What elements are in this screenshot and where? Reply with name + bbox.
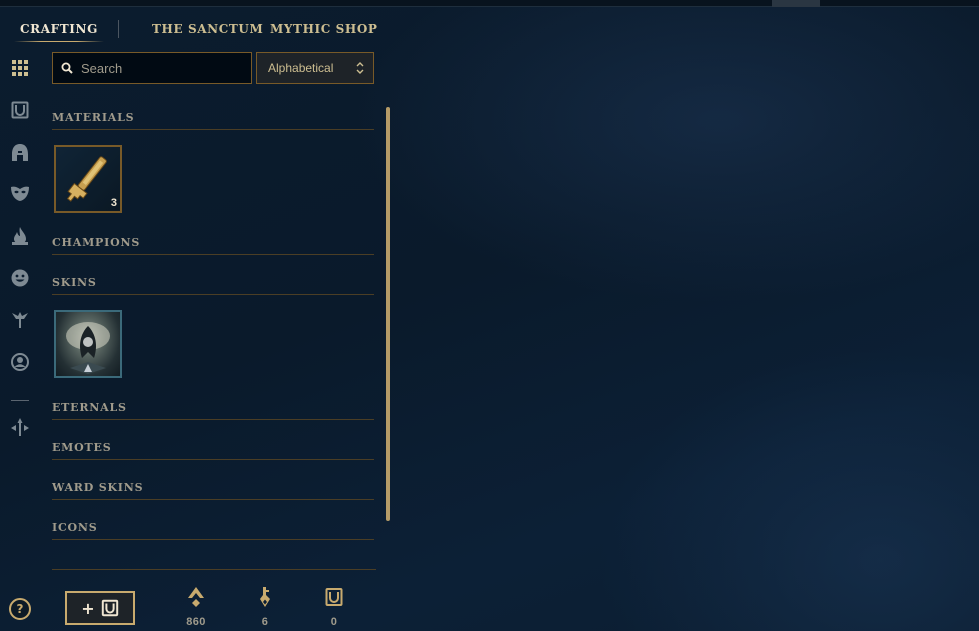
sort-chevron-icon [356, 62, 364, 74]
sort-selected-label: Alphabetical [268, 61, 334, 75]
inventory-scrollbar[interactable] [386, 107, 390, 521]
mask-icon[interactable] [9, 182, 31, 204]
section-materials: MATERIALS [52, 111, 135, 124]
rail-divider [11, 400, 29, 401]
section-ward-skins: WARD SKINS [52, 481, 144, 494]
currency-orange-essence: 860 [176, 586, 216, 628]
tab-the-sanctum[interactable]: THE SANCTUM [152, 14, 263, 44]
section-divider [52, 459, 374, 460]
key-fragment-icon [260, 587, 270, 607]
section-champions: CHAMPIONS [52, 236, 141, 249]
top-bar-notch [772, 0, 820, 7]
section-divider [52, 129, 374, 130]
section-skins: SKINS [52, 276, 97, 289]
currency-value: 860 [186, 616, 206, 628]
top-bar [0, 0, 979, 7]
direction-arrows-icon[interactable] [9, 416, 31, 438]
sort-dropdown[interactable]: Alphabetical [256, 52, 374, 84]
tab-mythic-shop[interactable]: MYTHIC SHOP [270, 14, 378, 44]
chest-icon [101, 599, 118, 617]
profile-icon-icon[interactable] [9, 351, 31, 373]
search-input[interactable] [81, 60, 241, 76]
item-count: 3 [110, 197, 117, 209]
currency-value: 6 [261, 616, 269, 628]
section-divider [52, 254, 374, 255]
chest-icon [325, 588, 343, 606]
chest-icon[interactable] [9, 99, 31, 121]
search-box[interactable] [52, 52, 252, 84]
helmet-icon[interactable] [9, 142, 31, 164]
footer-divider [52, 569, 376, 570]
section-divider [52, 539, 374, 540]
tab-separator [118, 20, 119, 38]
flame-icon[interactable] [9, 225, 31, 247]
section-emotes: EMOTES [52, 441, 112, 454]
currency-key-fragments: 6 [245, 586, 285, 628]
help-button[interactable]: ? [9, 598, 31, 620]
skin-shard-item[interactable] [54, 310, 122, 378]
orange-essence-icon [188, 587, 204, 607]
section-icons: ICONS [52, 521, 98, 534]
skin-art-icon [66, 322, 110, 374]
tab-crafting[interactable]: CRAFTING [14, 14, 104, 44]
search-icon [61, 62, 73, 74]
grid-icon[interactable] [9, 57, 31, 79]
currency-value: 0 [330, 616, 338, 628]
add-chest-button[interactable]: + [65, 591, 135, 625]
section-divider [52, 294, 374, 295]
section-eternals: ETERNALS [52, 401, 127, 414]
ward-icon[interactable] [9, 309, 31, 331]
currency-chests: 0 [314, 586, 354, 628]
section-divider [52, 419, 374, 420]
emote-face-icon[interactable] [9, 267, 31, 289]
section-divider [52, 499, 374, 500]
add-plus-label: + [81, 598, 95, 618]
material-key-item[interactable]: 3 [54, 145, 122, 213]
